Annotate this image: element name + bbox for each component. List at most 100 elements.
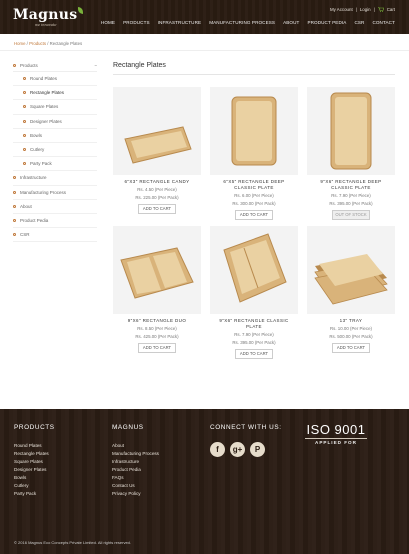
collapse-icon[interactable]: − — [94, 63, 97, 68]
bullet-icon — [13, 176, 16, 180]
nav-item-products[interactable]: PRODUCTS — [123, 20, 150, 25]
sidebar-item-label: Designer Plates — [30, 118, 62, 124]
footer-heading: CONNECT WITH US: — [210, 424, 282, 431]
copyright: © 2016 Magnus Eco Concepts Private Limit… — [14, 540, 132, 545]
footer-link-privacy-policy[interactable]: Privacy Policy — [112, 490, 159, 498]
logo-text: Magnus — [13, 7, 78, 23]
facebook-icon[interactable]: f — [210, 442, 225, 457]
nav-item-home[interactable]: HOME — [101, 20, 115, 25]
sidebar-item-about[interactable]: About — [13, 200, 97, 214]
footer-link-designer-plates[interactable]: Designer Plates — [14, 466, 55, 474]
footer-link-cutlery[interactable]: Cutlery — [14, 482, 55, 490]
footer-link-rectangle-plates[interactable]: Rectangle Plates — [14, 450, 55, 458]
price-per-pack: Rs. 395.00 (Per Pack) — [329, 201, 373, 206]
footer-link-bowls[interactable]: Bowls — [14, 474, 55, 482]
product-name[interactable]: 9"X6" RECTANGLE CLASSIC PLATE — [210, 318, 298, 330]
product-image[interactable] — [113, 226, 201, 314]
product-name[interactable]: 6"X5" RECTANGLE DEEP CLASSIC PLATE — [210, 179, 298, 191]
sidebar-heading: Products — [20, 63, 38, 68]
pinterest-icon[interactable]: P — [250, 442, 265, 457]
footer-link-manufacturing-process[interactable]: Manufacturing Process — [112, 450, 159, 458]
cart-icon[interactable] — [377, 7, 384, 12]
login-link[interactable]: Login — [360, 7, 371, 12]
sidebar-item-cutlery[interactable]: Cutlery — [13, 143, 97, 158]
bullet-icon — [23, 119, 26, 123]
bullet-icon — [13, 233, 16, 237]
nav-item-product-pedia[interactable]: PRODUCT PEDIA — [307, 20, 346, 25]
footer-link-contact-us[interactable]: Contact Us — [112, 482, 159, 490]
logo[interactable]: Magnus we innovate — [13, 6, 84, 27]
product-name-line: CLASSIC PLATE — [331, 185, 371, 190]
sidebar-item-product-pedia[interactable]: Product Pedia — [13, 214, 97, 229]
breadcrumb-home[interactable]: Home — [14, 41, 25, 46]
footer-link-infrastructure[interactable]: Infrastructure — [112, 458, 159, 466]
price-per-pack: Rs. 395.00 (Per Pack) — [232, 340, 276, 345]
product-card: 9"X6" RECTANGLE CLASSIC PLATE Rs. 7.90 (Pe… — [210, 226, 298, 359]
product-name[interactable]: 6"X3" RECTANGLE CANDY — [113, 179, 201, 185]
sidebar-item-party-pack[interactable]: Party Pack — [13, 157, 97, 172]
bullet-icon — [13, 190, 16, 194]
product-image[interactable] — [307, 226, 395, 314]
product-image[interactable] — [210, 87, 298, 175]
add-to-cart-button[interactable]: ADD TO CART — [235, 349, 273, 359]
footer-link-product-pedia[interactable]: Product Pedia — [112, 466, 159, 474]
product-name-line: 13" TRAY — [339, 318, 363, 323]
nav-item-infrastructure[interactable]: INFRASTRUCTURE — [158, 20, 202, 25]
sidebar-item-round-plates[interactable]: Round Plates — [13, 72, 97, 87]
sidebar-item-manufacturing-process[interactable]: Manufacturing Process — [13, 186, 97, 200]
price-per-piece: Rs. 4.50 (Per Piece) — [137, 187, 177, 192]
footer-link-round-plates[interactable]: Round Plates — [14, 442, 55, 450]
sidebar-item-infrastructure[interactable]: Infrastructure — [13, 171, 97, 186]
bullet-icon — [13, 64, 16, 67]
nav-item-contact[interactable]: CONTACT — [372, 20, 395, 25]
add-to-cart-button[interactable]: ADD TO CART — [235, 210, 273, 220]
iso-badge: ISO 9001 APPLIED FOR — [305, 422, 367, 445]
my-account-link[interactable]: My Account — [330, 7, 353, 12]
bullet-icon — [13, 204, 16, 208]
product-name-line: 9"X6" RECTANGLE DUO — [127, 318, 187, 323]
footer-link-faqs[interactable]: FAQs — [112, 474, 159, 482]
product-image[interactable] — [307, 87, 395, 175]
add-to-cart-button[interactable]: ADD TO CART — [138, 204, 176, 214]
product-name[interactable]: 13" TRAY — [307, 318, 395, 324]
price-per-pack: Rs. 300.00 (Per Pack) — [232, 201, 276, 206]
footer-link-about[interactable]: About — [112, 442, 159, 450]
sidebar-item-bowls[interactable]: Bowls — [13, 129, 97, 143]
footer-link-square-plates[interactable]: Square Plates — [14, 458, 55, 466]
sidebar-products-header[interactable]: Products − — [13, 60, 97, 72]
nav-item-about[interactable]: ABOUT — [283, 20, 299, 25]
sidebar-item-label: Infrastructure — [20, 175, 47, 181]
price-per-piece: Rs. 7.90 (Per Piece) — [331, 193, 371, 198]
sidebar-item-csr[interactable]: CSR — [13, 228, 97, 243]
sidebar-item-label: Product Pedia — [20, 217, 49, 223]
product-name[interactable]: 9"X6" RECTANGLE DUO — [113, 318, 201, 324]
product-image[interactable] — [113, 87, 201, 175]
footer-link-party-pack[interactable]: Party Pack — [14, 490, 55, 498]
divider — [0, 50, 409, 51]
breadcrumb-products[interactable]: Products — [29, 41, 46, 46]
product-image[interactable] — [210, 226, 298, 314]
iso-subtitle: APPLIED FOR — [315, 440, 357, 445]
bullet-icon — [23, 105, 26, 109]
nav-item-manufacturing-process[interactable]: MANUFACTURING PROCESS — [209, 20, 275, 25]
cart-link[interactable]: Cart — [387, 7, 395, 12]
sidebar-item-label: Round Plates — [30, 76, 58, 82]
sidebar-item-rectangle-plates[interactable]: Rectangle Plates — [13, 86, 97, 101]
price-per-pack: Rs. 500.00 (Per Pack) — [329, 334, 373, 339]
add-to-cart-button[interactable]: ADD TO CART — [138, 343, 176, 353]
footer-products-col: PRODUCTS Round Plates Rectangle Plates Squ… — [14, 424, 55, 498]
bullet-icon — [23, 133, 26, 137]
product-name[interactable]: 9"X6" RECTANGLE DEEP CLASSIC PLATE — [307, 179, 395, 191]
product-card: 13" TRAY Rs. 10.00 (Per Piece) Rs. 500.00 … — [307, 226, 395, 353]
bullet-icon — [23, 77, 26, 81]
sidebar-item-designer-plates[interactable]: Designer Plates — [13, 115, 97, 129]
add-to-cart-button[interactable]: ADD TO CART — [332, 343, 370, 353]
nav-item-csr[interactable]: CSR — [354, 20, 364, 25]
sidebar-item-square-plates[interactable]: Square Plates — [13, 100, 97, 115]
logo-tagline: we innovate — [35, 23, 57, 27]
site-header: Magnus we innovate My Account | Login | … — [0, 0, 409, 34]
google-plus-icon[interactable]: g+ — [230, 442, 245, 457]
product-name-line: 6"X3" RECTANGLE CANDY — [124, 179, 190, 184]
product-name-line: PLATE — [246, 324, 262, 329]
site-footer: PRODUCTS Round Plates Rectangle Plates Squ… — [0, 409, 409, 554]
